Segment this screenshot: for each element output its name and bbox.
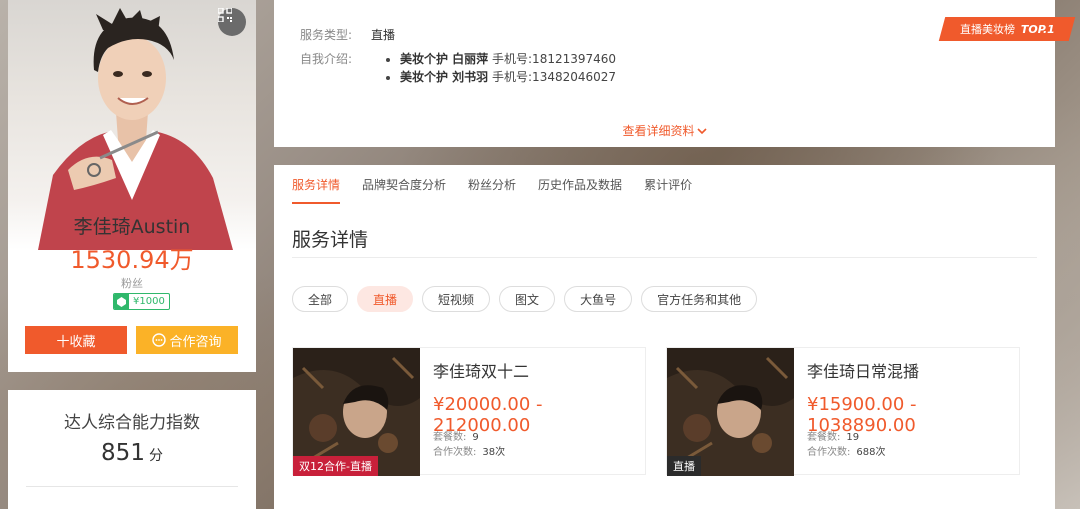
profile-card: 李佳琦Austin 1530.94万 粉丝 ¥1000 十收藏 合作咨询 [8,0,256,372]
rank-tag: 直播美妆榜 TOP.1 [938,17,1076,41]
contact-item: 美妆个护 白丽萍 手机号:18121397460 [382,50,616,68]
service-type-value: 直播 [371,28,396,42]
more-details-label: 查看详细资料 [622,124,695,138]
intro-card: 服务类型: 直播 自我介绍: 美妆个护 白丽萍 手机号:18121397460 … [274,0,1076,147]
ability-score-value: 851 [101,440,145,466]
ability-card: 达人综合能力指数 851 分 [8,390,256,509]
contact-phone: 手机号:18121397460 [492,52,617,66]
more-details-link[interactable]: 查看详细资料 [274,122,1055,139]
self-intro-label: 自我介绍: [300,52,353,66]
contact-role-name: 美妆个护 白丽萍 [400,52,489,66]
price-badge-text: ¥1000 [133,296,165,307]
package-tag: 直播 [667,456,701,476]
ability-score: 851 分 [8,440,256,466]
coop-count-label: 合作次数: [433,447,477,458]
detail-tabs: 服务详情 品牌契合度分析 粉丝分析 历史作品及数据 累计评价 [292,176,692,204]
fans-count: 1530.94万 [70,246,194,274]
coop-count-row: 合作次数: 38次 [433,443,505,458]
package-card[interactable]: 双12合作-直播 李佳琦双十二 ¥20000.00 - 212000.00 套餐… [292,347,646,476]
fans-label: 粉丝 [121,277,143,290]
package-count-row: 套餐数: 9 [433,428,479,443]
package-tag: 双12合作-直播 [293,456,378,476]
tab-reviews[interactable]: 累计评价 [644,176,692,204]
consult-button[interactable]: 合作咨询 [136,326,238,354]
chat-bubble-icon [152,333,167,347]
qr-code-button[interactable] [218,8,246,36]
filter-live[interactable]: 直播 [357,286,414,312]
rank-tag-label: 直播美妆榜 [959,23,1015,36]
ability-score-unit: 分 [148,448,163,464]
package-thumbnail: 直播 [667,348,794,476]
package-thumbnail: 双12合作-直播 [293,348,420,476]
filter-image-text[interactable]: 图文 [499,286,556,312]
coop-count-label: 合作次数: [807,447,851,458]
package-count-value: 9 [472,432,479,443]
qr-code-icon [218,8,232,22]
package-title: 李佳琦双十二 [433,362,530,381]
package-title: 李佳琦日常混播 [807,362,920,381]
contact-list: 美妆个护 白丽萍 手机号:18121397460 美妆个护 刘书羽 手机号:13… [382,50,616,86]
service-detail-card: 服务详情 品牌契合度分析 粉丝分析 历史作品及数据 累计评价 服务详情 全部 直… [274,165,1055,509]
filter-short-video[interactable]: 短视频 [422,286,491,312]
service-type-label: 服务类型: [300,28,353,42]
contact-role-name: 美妆个护 刘书羽 [400,70,489,84]
package-count-label: 套餐数: [433,432,467,443]
consult-button-label: 合作咨询 [169,333,222,349]
package-count-label: 套餐数: [807,432,841,443]
tab-service-detail[interactable]: 服务详情 [292,176,341,204]
chevron-down-icon [696,128,707,135]
coop-count-value: 688次 [856,447,886,458]
filter-all[interactable]: 全部 [292,286,349,312]
tab-history[interactable]: 历史作品及数据 [538,176,622,204]
package-card[interactable]: 直播 李佳琦日常混播 ¥15900.00 - 1038890.00 套餐数: 19… [666,347,1020,476]
price-badge: ¥1000 [113,293,170,310]
tab-brand-fit[interactable]: 品牌契合度分析 [362,176,446,204]
influencer-name: 李佳琦Austin [73,216,191,238]
ability-title: 达人综合能力指数 [64,413,200,433]
package-count-value: 19 [846,432,860,443]
collect-button-label: 十收藏 [56,333,96,349]
section-title: 服务详情 [292,229,369,251]
contact-item: 美妆个护 刘书羽 手机号:13482046027 [382,68,616,86]
filter-chips: 全部 直播 短视频 图文 大鱼号 官方任务和其他 [292,286,758,312]
tab-fans-analysis[interactable]: 粉丝分析 [468,176,516,204]
filter-dayuhao[interactable]: 大鱼号 [564,286,633,312]
coop-count-value: 38次 [482,447,506,458]
collect-button[interactable]: 十收藏 [25,326,127,354]
rank-tag-top: TOP.1 [1020,22,1055,36]
divider [26,486,238,487]
divider [292,257,1037,258]
contact-phone: 手机号:13482046027 [492,70,617,84]
coop-count-row: 合作次数: 688次 [807,443,885,458]
filter-official-tasks[interactable]: 官方任务和其他 [641,286,758,312]
price-badge-icon [114,294,129,309]
package-count-row: 套餐数: 19 [807,428,859,443]
